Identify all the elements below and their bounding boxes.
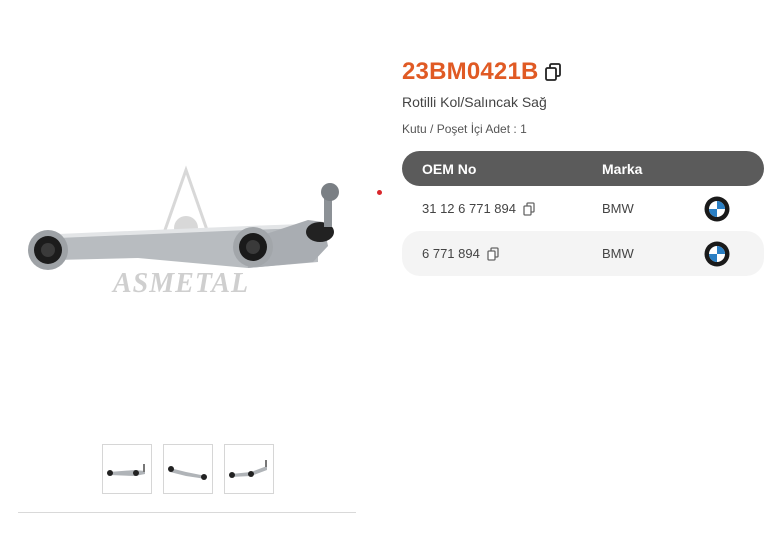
- title-row: 23BM0421B: [402, 58, 764, 86]
- oem-number: 6 771 894: [422, 246, 480, 261]
- thumbnail-2[interactable]: [163, 444, 213, 494]
- watermark-text: ASMETAL: [113, 268, 250, 299]
- control-arm-thumb-icon: [229, 460, 267, 478]
- oem-table-header: OEM No Marka: [402, 151, 764, 186]
- thumbnail-strip: [102, 444, 274, 494]
- oem-column-header: OEM No: [422, 160, 477, 177]
- product-name: Rotilli Kol/Salıncak Sağ: [402, 94, 547, 110]
- part-code: 23BM0421B: [402, 58, 539, 85]
- gallery-divider: [18, 512, 356, 513]
- table-row: 6 771 894 BMW: [402, 231, 764, 276]
- brand-name: BMW: [602, 246, 634, 261]
- control-arm-thumb-icon: [168, 466, 207, 480]
- brand-name: BMW: [602, 201, 634, 216]
- thumbnail-3[interactable]: [224, 444, 274, 494]
- oem-table: OEM No Marka 31 12 6 771 894 BMW 6 771 8…: [402, 151, 764, 276]
- brand-column-header: Marka: [602, 160, 643, 177]
- copy-icon[interactable]: [544, 63, 561, 81]
- oem-number: 31 12 6 771 894: [422, 201, 516, 216]
- product-image-gallery: ASMETAL: [18, 150, 356, 300]
- bmw-logo-icon: [704, 241, 730, 266]
- copy-icon[interactable]: [523, 201, 535, 216]
- bmw-logo-icon: [704, 196, 730, 221]
- control-arm-thumb-icon: [107, 464, 145, 476]
- copy-icon[interactable]: [487, 246, 499, 261]
- package-info: Kutu / Poşet İçi Adet : 1: [402, 122, 527, 136]
- product-info: 23BM0421B Rotilli Kol/Salıncak Sağ Kutu …: [402, 58, 764, 276]
- thumbnail-1[interactable]: [102, 444, 152, 494]
- slider-indicator-dot[interactable]: [377, 190, 382, 195]
- table-row: 31 12 6 771 894 BMW: [402, 186, 764, 231]
